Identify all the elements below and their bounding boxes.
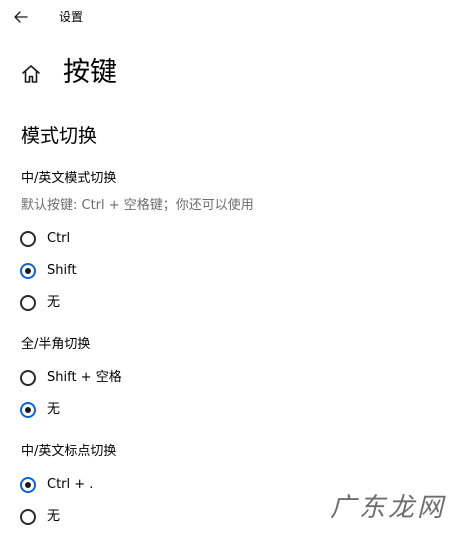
section-title: 模式切换 <box>21 125 98 147</box>
group-label-width-switch: 全/半角切换 <box>21 337 91 352</box>
home-icon <box>22 65 40 83</box>
radio-option-shift-space[interactable]: Shift + 空格 <box>20 367 122 389</box>
radio-option-none[interactable]: 无 <box>20 399 60 421</box>
watermark: 广东龙网 <box>330 493 447 523</box>
radio-option-ctrl[interactable]: Ctrl <box>20 228 70 250</box>
radio-option-none[interactable]: 无 <box>20 506 60 528</box>
radio-button-selected[interactable] <box>20 477 36 493</box>
window-title: 设置 <box>59 10 84 24</box>
radio-label: Ctrl + . <box>47 477 94 492</box>
group-label-mode-switch: 中/英文模式切换 <box>21 171 117 186</box>
back-button[interactable] <box>8 4 34 30</box>
radio-label: Ctrl <box>47 231 71 246</box>
radio-option-shift[interactable]: Shift <box>20 260 77 282</box>
radio-label: 无 <box>47 295 61 310</box>
radio-button[interactable] <box>20 231 36 247</box>
radio-option-none[interactable]: 无 <box>20 292 60 314</box>
radio-button[interactable] <box>20 509 36 525</box>
radio-button[interactable] <box>20 370 36 386</box>
radio-button[interactable] <box>20 295 36 311</box>
radio-button-selected[interactable] <box>20 402 36 418</box>
radio-label: Shift + 空格 <box>47 370 122 385</box>
title-bar: 设置 <box>0 0 466 34</box>
group-label-punctuation-switch: 中/英文标点切换 <box>21 444 117 459</box>
radio-label: 无 <box>47 509 61 524</box>
page-title: 按键 <box>63 57 117 88</box>
radio-option-ctrl-period[interactable]: Ctrl + . <box>20 474 93 496</box>
back-arrow-icon <box>14 11 28 23</box>
radio-button-selected[interactable] <box>20 263 36 279</box>
group-description-mode-switch: 默认按键: Ctrl + 空格键；你还可以使用 <box>21 198 254 213</box>
radio-label: 无 <box>47 402 61 417</box>
radio-label: Shift <box>47 263 77 278</box>
